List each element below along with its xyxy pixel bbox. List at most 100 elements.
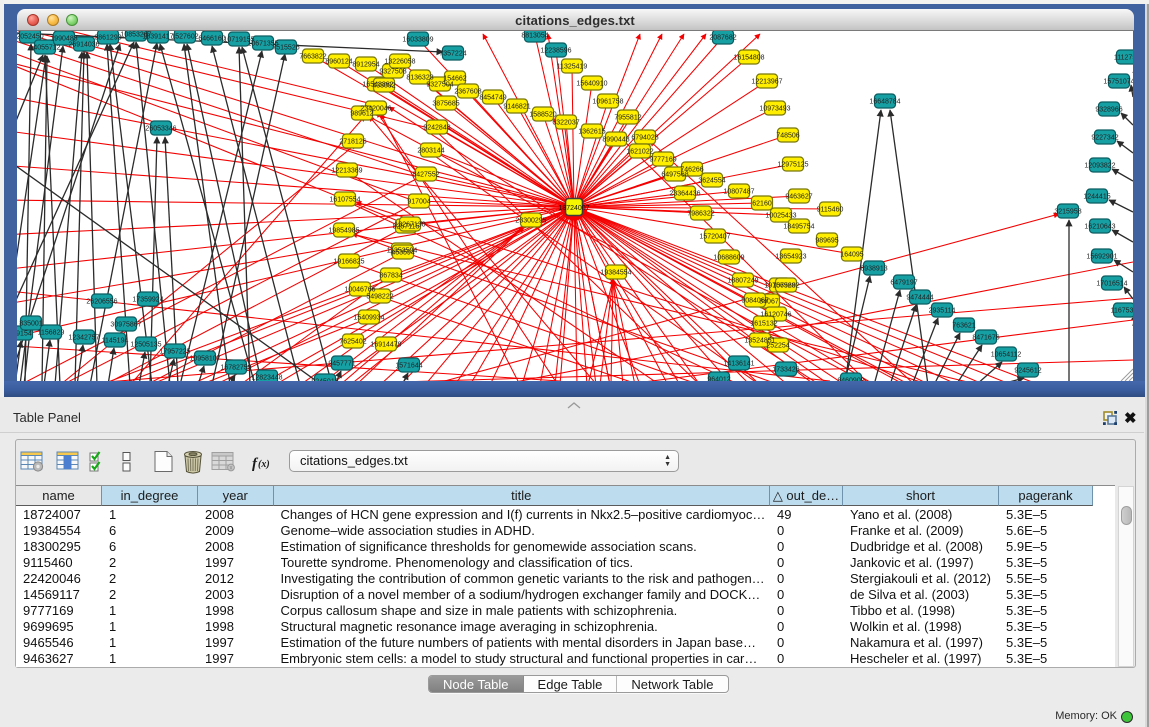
svg-text:9245012: 9245012 xyxy=(311,379,338,382)
svg-text:12093822: 12093822 xyxy=(1084,163,1115,170)
svg-text:9146821: 9146821 xyxy=(503,104,530,111)
svg-text:9084067: 9084067 xyxy=(741,298,768,305)
svg-text:17359924: 17359924 xyxy=(132,297,163,304)
svg-text:9327508: 9327508 xyxy=(379,69,406,76)
svg-text:1362615: 1362615 xyxy=(578,129,605,136)
svg-text:2935114: 2935114 xyxy=(929,308,956,315)
svg-text:17957225: 17957225 xyxy=(159,349,190,356)
svg-text:154662: 154662 xyxy=(443,76,466,83)
svg-text:8813054: 8813054 xyxy=(521,33,548,40)
svg-text:8938913: 8938913 xyxy=(860,266,887,273)
svg-text:(x): (x) xyxy=(258,459,270,470)
svg-text:1588520: 1588520 xyxy=(529,112,556,119)
svg-text:39154: 39154 xyxy=(17,331,32,338)
svg-text:16914479: 16914479 xyxy=(370,342,401,349)
svg-text:9861293: 9861293 xyxy=(94,35,121,42)
svg-text:917004: 917004 xyxy=(407,199,430,206)
svg-text:10807487: 10807487 xyxy=(723,189,754,196)
svg-text:18495754: 18495754 xyxy=(783,224,814,231)
svg-text:13267130: 13267130 xyxy=(394,222,425,229)
svg-text:19384554: 19384554 xyxy=(600,270,631,277)
svg-text:14055712: 14055712 xyxy=(29,45,60,52)
svg-text:2718126: 2718126 xyxy=(339,139,366,146)
svg-text:18724007: 18724007 xyxy=(558,205,589,212)
svg-text:1112753: 1112753 xyxy=(1114,55,1133,62)
svg-text:16120746: 16120746 xyxy=(760,312,791,319)
svg-text:12213369: 12213369 xyxy=(331,168,362,175)
svg-text:2803144: 2803144 xyxy=(417,148,444,155)
svg-text:10973493: 10973493 xyxy=(759,106,790,113)
svg-text:9457771: 9457771 xyxy=(328,361,355,368)
svg-text:9463627: 9463627 xyxy=(785,194,812,201)
svg-text:9227342: 9227342 xyxy=(1091,135,1118,142)
svg-text:8136323: 8136323 xyxy=(406,75,433,82)
svg-text:746266: 746266 xyxy=(680,167,703,174)
svg-text:6794028: 6794028 xyxy=(631,135,658,142)
svg-text:9242848: 9242848 xyxy=(423,125,450,132)
svg-text:13226058: 13226058 xyxy=(384,59,415,66)
svg-text:15640910: 15640910 xyxy=(576,81,607,88)
svg-text:748506: 748506 xyxy=(776,133,799,140)
svg-text:10654112: 10654112 xyxy=(991,352,1022,359)
svg-text:453594: 453594 xyxy=(391,250,414,257)
svg-text:12505135: 12505135 xyxy=(130,342,161,349)
svg-text:26053346: 26053346 xyxy=(145,126,176,133)
svg-text:18391417: 18391417 xyxy=(142,34,173,41)
svg-text:1615132: 1615132 xyxy=(750,321,777,328)
svg-text:9777169: 9777169 xyxy=(649,157,676,164)
svg-text:7955812: 7955812 xyxy=(614,115,641,122)
svg-text:9474444: 9474444 xyxy=(906,295,933,302)
svg-text:7515526: 7515526 xyxy=(272,45,299,52)
svg-text:9245612: 9245612 xyxy=(1014,368,1041,375)
svg-text:6479197: 6479197 xyxy=(890,280,917,287)
svg-text:3215958: 3215958 xyxy=(1054,209,1081,216)
svg-text:6322037: 6322037 xyxy=(552,120,579,127)
svg-text:8912954: 8912954 xyxy=(352,62,379,69)
svg-text:10025433: 10025433 xyxy=(765,213,796,220)
svg-text:19166825: 19166825 xyxy=(333,259,364,266)
svg-text:17016514: 17016514 xyxy=(1096,281,1127,288)
svg-text:1527602: 1527602 xyxy=(171,34,198,41)
svg-text:3875685: 3875685 xyxy=(432,101,459,108)
svg-text:62160: 62160 xyxy=(752,201,772,208)
svg-text:1621022: 1621022 xyxy=(626,149,653,156)
svg-text:7357224: 7357224 xyxy=(439,51,466,58)
svg-text:10046766: 10046766 xyxy=(344,287,375,294)
svg-text:12238596: 12238596 xyxy=(540,48,571,55)
svg-text:989695: 989695 xyxy=(815,238,838,245)
svg-text:14136141: 14136141 xyxy=(723,361,754,368)
svg-text:1156829: 1156829 xyxy=(38,330,65,337)
svg-text:1167533: 1167533 xyxy=(1111,308,1133,315)
svg-text:15409934: 15409934 xyxy=(353,315,384,322)
svg-text:2052450: 2052450 xyxy=(17,34,44,41)
svg-text:9328966: 9328966 xyxy=(1095,107,1122,114)
svg-text:252254: 252254 xyxy=(766,343,789,350)
svg-text:12213967: 12213967 xyxy=(751,79,782,86)
svg-text:8990448: 8990448 xyxy=(602,137,629,144)
svg-text:23364436: 23364436 xyxy=(669,191,700,198)
svg-text:16154808: 16154808 xyxy=(733,55,764,62)
svg-text:16782759: 16782759 xyxy=(220,365,251,372)
svg-text:8454749: 8454749 xyxy=(479,95,506,102)
svg-text:964012: 964012 xyxy=(707,377,730,382)
svg-text:9115460: 9115460 xyxy=(817,207,844,214)
svg-text:16648784: 16648784 xyxy=(869,99,900,106)
svg-text:989612: 989612 xyxy=(350,111,373,118)
svg-text:10688609: 10688609 xyxy=(713,255,744,262)
svg-text:1733426: 1733426 xyxy=(772,367,799,374)
svg-text:x: x xyxy=(230,466,233,472)
svg-text:12342757: 12342757 xyxy=(68,335,99,342)
svg-text:19854985: 19854985 xyxy=(328,228,359,235)
svg-text:15751074: 15751074 xyxy=(1103,79,1133,86)
svg-text:7986322: 7986322 xyxy=(687,211,714,218)
svg-text:6466160: 6466160 xyxy=(198,36,225,43)
svg-text:8960124: 8960124 xyxy=(325,59,352,66)
svg-text:26206556: 26206556 xyxy=(86,299,117,306)
svg-text:16033809: 16033809 xyxy=(402,37,433,44)
svg-text:8427552: 8427552 xyxy=(412,172,439,179)
svg-text:16210643: 16210643 xyxy=(1084,224,1115,231)
svg-text:16107554: 16107554 xyxy=(329,197,360,204)
svg-text:10958107: 10958107 xyxy=(189,356,220,363)
svg-text:867834: 867834 xyxy=(379,273,402,280)
svg-text:9327504: 9327504 xyxy=(426,82,453,89)
